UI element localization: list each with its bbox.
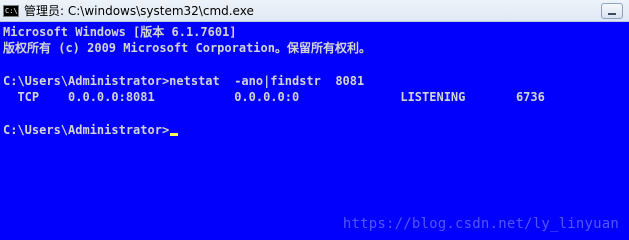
text-cursor — [170, 132, 179, 136]
title-bar[interactable]: C:\ 管理员: C:\windows\system32\cmd.exe — [0, 0, 629, 22]
console-line-command: C:\Users\Administrator>netstat -ano|find… — [3, 73, 365, 88]
console-line-prompt[interactable]: C:\Users\Administrator> — [3, 122, 629, 138]
minimize-icon — [608, 13, 616, 15]
minimize-button[interactable] — [601, 3, 623, 19]
console-output[interactable]: Microsoft Windows [版本 6.1.7601] 版权所有 (c)… — [0, 22, 629, 240]
cmd-window: C:\ 管理员: C:\windows\system32\cmd.exe Mic… — [0, 0, 629, 240]
cmd-icon: C:\ — [3, 5, 19, 17]
command-prompt: C:\Users\Administrator> — [3, 122, 170, 137]
console-line-result: TCP 0.0.0.0:8081 0.0.0.0:0 LISTENING 673… — [3, 90, 545, 105]
window-title: 管理员: C:\windows\system32\cmd.exe — [24, 4, 254, 18]
console-line-version: Microsoft Windows [版本 6.1.7601] — [3, 25, 237, 39]
console-line-copyright: 版权所有 (c) 2009 Microsoft Corporation。保留所有… — [3, 41, 371, 56]
watermark-url: https://blog.csdn.net/ly_linyuan — [342, 216, 619, 232]
